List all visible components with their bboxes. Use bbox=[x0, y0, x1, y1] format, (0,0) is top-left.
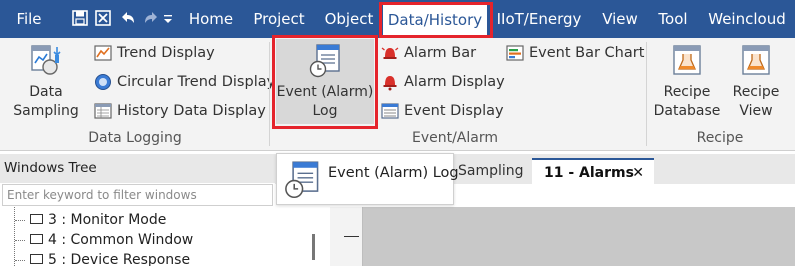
tab-label: 11 - Alarms bbox=[544, 165, 634, 181]
event-log-icon bbox=[309, 44, 340, 78]
ribbon-separator bbox=[646, 42, 647, 146]
window-icon bbox=[30, 214, 43, 224]
menu-object[interactable]: Object bbox=[320, 0, 378, 38]
data-sampling-icon bbox=[31, 45, 61, 75]
alarm-bar-button[interactable]: Alarm Bar bbox=[381, 41, 476, 65]
alarm-bar-icon bbox=[381, 47, 399, 59]
event-alarm-log-label-line1: Event (Alarm) bbox=[276, 84, 374, 100]
alarm-display-icon bbox=[383, 76, 397, 91]
group-label-recipe: Recipe bbox=[696, 130, 744, 146]
window-icon bbox=[30, 234, 43, 244]
ruler-tick bbox=[344, 236, 359, 237]
filter-windows-input[interactable] bbox=[2, 184, 273, 206]
trend-display-label: Trend Display bbox=[117, 45, 215, 61]
circular-trend-display-label: Circular Trend Display bbox=[117, 74, 276, 90]
group-label-event-alarm: Event/Alarm bbox=[411, 130, 499, 146]
undo-icon[interactable] bbox=[120, 10, 136, 26]
tree-connector bbox=[15, 260, 25, 261]
tree-connector bbox=[15, 220, 25, 221]
data-sampling-label-line1: Data bbox=[29, 84, 63, 100]
circular-trend-display-button[interactable]: Circular Trend Display bbox=[94, 70, 275, 94]
compile-icon[interactable] bbox=[95, 10, 111, 26]
tree-connector bbox=[14, 207, 15, 266]
data-sampling-button[interactable]: Data Sampling bbox=[6, 43, 86, 121]
event-bar-chart-icon bbox=[506, 45, 524, 61]
tooltip-label: Event (Alarm) Log bbox=[328, 165, 459, 181]
recipe-database-icon bbox=[673, 45, 701, 75]
menu-project[interactable]: Project bbox=[248, 0, 310, 38]
tree-item-label: 4 : Common Window bbox=[48, 232, 194, 248]
tab-11-alarms[interactable]: 11 - Alarms ✕ bbox=[532, 158, 654, 184]
window-icon bbox=[30, 254, 43, 264]
recipe-view-button[interactable]: Recipe View bbox=[726, 43, 786, 121]
event-display-button[interactable]: Event Display bbox=[381, 99, 504, 123]
tree-scrollbar-thumb[interactable] bbox=[312, 234, 315, 260]
tree-item-device-response[interactable]: 5 : Device Response bbox=[30, 250, 190, 266]
recipe-view-label-line1: Recipe bbox=[732, 84, 780, 100]
recipe-database-button[interactable]: Recipe Database bbox=[651, 43, 723, 121]
event-alarm-log-tooltip: Event (Alarm) Log bbox=[276, 153, 459, 205]
event-display-label: Event Display bbox=[404, 103, 504, 119]
circular-trend-display-icon bbox=[95, 74, 111, 90]
trend-display-button[interactable]: Trend Display bbox=[94, 41, 215, 65]
data-sampling-label-line2: Sampling bbox=[13, 103, 79, 119]
recipe-view-icon bbox=[742, 45, 770, 75]
workspace-area bbox=[330, 207, 795, 266]
alarm-bar-label: Alarm Bar bbox=[404, 45, 477, 61]
menu-weincloud[interactable]: Weincloud bbox=[706, 0, 788, 38]
tree-item-label: 3 : Monitor Mode bbox=[48, 212, 167, 228]
alarm-display-button[interactable]: Alarm Display bbox=[381, 70, 505, 94]
ribbon-separator bbox=[269, 42, 270, 146]
close-tab-icon[interactable]: ✕ bbox=[632, 160, 644, 186]
menu-data-history[interactable]: Data/History bbox=[383, 5, 487, 38]
event-alarm-log-label-line2: Log bbox=[312, 103, 338, 119]
trend-display-icon bbox=[94, 45, 112, 61]
recipe-database-label-line1: Recipe bbox=[663, 84, 711, 100]
menu-tool[interactable]: Tool bbox=[651, 0, 695, 38]
recipe-view-label-line2: View bbox=[739, 103, 773, 119]
save-icon[interactable] bbox=[72, 10, 88, 26]
tab-sampling[interactable]: Sampling bbox=[456, 158, 524, 184]
history-data-display-button[interactable]: History Data Display bbox=[94, 99, 266, 123]
tree-connector bbox=[15, 240, 25, 241]
menu-bar: File Home Project Object Data/History II… bbox=[0, 0, 795, 38]
history-data-display-icon bbox=[94, 103, 112, 119]
event-bar-chart-label: Event Bar Chart bbox=[529, 45, 645, 61]
customize-quick-access-icon[interactable] bbox=[163, 10, 173, 26]
tree-item-monitor-mode[interactable]: 3 : Monitor Mode bbox=[30, 210, 166, 230]
tree-item-label: 5 : Device Response bbox=[48, 252, 191, 266]
menu-view[interactable]: View bbox=[595, 0, 645, 38]
windows-tree-header: Windows Tree bbox=[0, 154, 275, 183]
event-log-icon bbox=[285, 161, 319, 198]
menu-iiot-energy[interactable]: IIoT/Energy bbox=[495, 0, 583, 38]
event-alarm-log-button[interactable]: Event (Alarm) Log bbox=[276, 43, 374, 121]
event-display-icon bbox=[381, 103, 399, 119]
history-data-display-label: History Data Display bbox=[117, 103, 266, 119]
windows-tree: 3 : Monitor Mode 4 : Common Window 5 : D… bbox=[0, 207, 330, 266]
ribbon: Data Sampling Trend Display Circular Tre… bbox=[0, 38, 795, 151]
alarm-display-label: Alarm Display bbox=[404, 74, 505, 90]
tree-item-common-window[interactable]: 4 : Common Window bbox=[30, 230, 193, 250]
group-label-data-logging: Data Logging bbox=[88, 130, 182, 146]
menu-home[interactable]: Home bbox=[185, 0, 237, 38]
event-bar-chart-button[interactable]: Event Bar Chart bbox=[506, 41, 644, 65]
recipe-database-label-line2: Database bbox=[653, 103, 721, 119]
redo-icon[interactable] bbox=[143, 10, 159, 26]
menu-file[interactable]: File bbox=[6, 0, 52, 38]
